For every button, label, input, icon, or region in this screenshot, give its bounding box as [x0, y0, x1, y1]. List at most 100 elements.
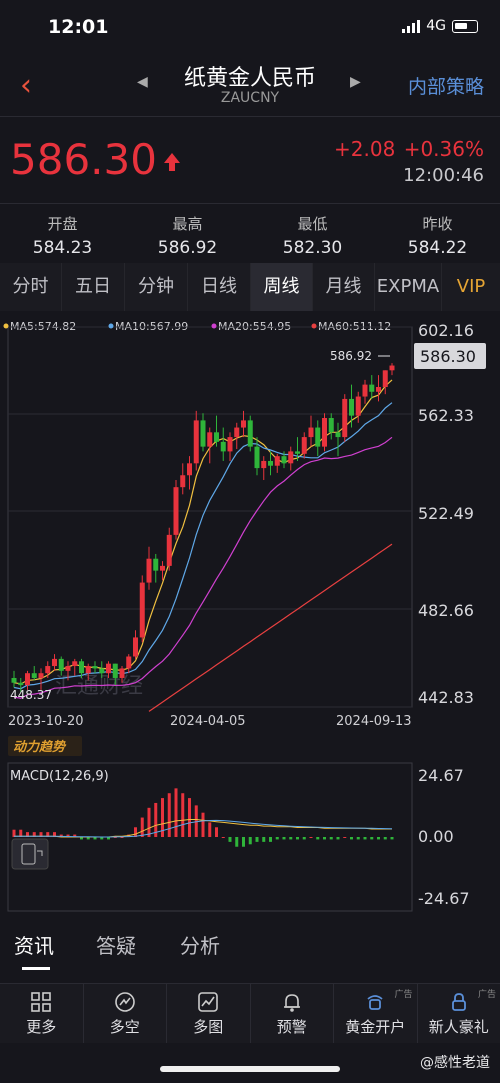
- macd-bar: [383, 837, 387, 840]
- legend-bullet: [108, 323, 114, 329]
- candle-body: [85, 666, 91, 674]
- signal-icon: [402, 19, 421, 33]
- price-grid: [8, 326, 412, 708]
- toolbar-newuser-gift-button[interactable]: 广告 新人豪礼: [418, 984, 500, 1043]
- tab-news[interactable]: 资讯: [14, 930, 54, 959]
- toolbar-more-button[interactable]: 更多: [0, 984, 84, 1043]
- macd-bar: [188, 798, 191, 837]
- macd-bar: [134, 827, 137, 837]
- candle-body: [301, 437, 307, 454]
- quote-panel: 586.30 +2.08 +0.36% 12:00:46: [0, 116, 500, 204]
- tab-weekly[interactable]: 周线: [251, 263, 313, 311]
- candle-body: [72, 661, 78, 667]
- kline-chart[interactable]: MA5:574.82 MA10:567.99 MA20:554.95 MA60:…: [0, 311, 500, 920]
- macd-bar: [363, 837, 367, 840]
- candle-body: [362, 384, 368, 397]
- candle-body: [18, 682, 24, 686]
- candle-body: [349, 398, 354, 416]
- candle-body: [45, 666, 51, 674]
- gauge-icon: [114, 991, 136, 1013]
- high-marker-label: 586.92: [330, 349, 372, 363]
- status-bar: 12:01 4G: [0, 0, 500, 50]
- tab-expma[interactable]: EXPMA: [375, 263, 442, 311]
- tab-analysis[interactable]: 分析: [180, 930, 220, 959]
- candle-body: [139, 582, 145, 638]
- macd-bar: [350, 837, 353, 840]
- kline-chart-area[interactable]: MA5:574.82 MA10:567.99 MA20:554.95 MA60:…: [0, 311, 500, 920]
- ohlc-prev-close: 昨收 584.22: [375, 205, 500, 263]
- candle-body: [133, 637, 138, 657]
- candle-body: [126, 656, 132, 669]
- candle-body: [193, 420, 199, 464]
- candle-body: [112, 663, 118, 678]
- candle-body: [146, 558, 152, 583]
- macd-bar: [316, 837, 320, 840]
- x-axis: 2023-10-20 2024-04-05 2024-09-13: [8, 714, 412, 729]
- candle-body: [160, 565, 165, 571]
- quote-time: 12:00:46: [403, 165, 484, 186]
- toolbar-open-account-button[interactable]: 广告 黄金开户: [334, 984, 418, 1043]
- macd-bar: [336, 837, 340, 840]
- macd-bar: [289, 837, 293, 840]
- y-tick-label: 602.16: [418, 321, 474, 340]
- ma20-line: [13, 436, 393, 699]
- strategy-link[interactable]: 内部策略: [408, 72, 484, 99]
- candle-body: [342, 398, 348, 438]
- lock-icon: [448, 991, 470, 1013]
- next-instrument-icon[interactable]: ▶: [350, 74, 361, 90]
- ohlc-label: 昨收: [422, 215, 453, 233]
- content-tabs: 资讯 答疑 分析: [0, 920, 500, 982]
- macd-bar: [255, 837, 259, 842]
- fullscreen-icon[interactable]: [11, 838, 49, 870]
- macd-bar: [167, 793, 171, 837]
- y-tick-label: 442.83: [418, 688, 474, 707]
- tab-monthly[interactable]: 月线: [313, 263, 375, 311]
- candle-body: [268, 460, 273, 466]
- macd-bar: [181, 793, 185, 837]
- tab-vip[interactable]: VIP: [442, 263, 500, 311]
- macd-bar: [309, 837, 313, 838]
- bottom-toolbar: 更多 多空 多图 预警 广告 黄金开户 广告 新人豪礼: [0, 983, 500, 1043]
- macd-bar: [390, 837, 394, 840]
- candle-body: [335, 432, 341, 438]
- tab-minute[interactable]: 分钟: [125, 263, 188, 311]
- candle-body: [247, 420, 253, 447]
- toolbar-label: 黄金开户: [345, 1018, 406, 1036]
- macd-bar: [262, 837, 266, 842]
- tab-daily[interactable]: 日线: [188, 263, 251, 311]
- tab-intraday[interactable]: 分时: [0, 263, 62, 311]
- ohlc-label: 最低: [297, 215, 328, 233]
- candle-body: [261, 460, 267, 469]
- candle-body: [288, 451, 294, 464]
- gold-icon: [364, 991, 386, 1013]
- candle-body: [308, 427, 314, 438]
- footer-watermark: @感性老道: [420, 1055, 490, 1071]
- toolbar-label: 多空: [109, 1018, 140, 1036]
- macd-bar: [302, 837, 306, 840]
- macd-bar: [208, 822, 212, 837]
- toolbar-label: 多图: [193, 1018, 224, 1036]
- macd-bar: [248, 837, 252, 845]
- toolbar-longshort-button[interactable]: 多空: [84, 984, 167, 1043]
- macd-tick-label: 0.00: [418, 827, 454, 846]
- toolbar-alert-button[interactable]: 预警: [251, 984, 334, 1043]
- candle-body: [31, 673, 37, 678]
- candle-body: [220, 441, 226, 452]
- candle-body: [207, 432, 213, 447]
- macd-tick-label: 24.67: [418, 766, 464, 785]
- candle-body: [369, 384, 375, 392]
- toolbar-multichart-button[interactable]: 多图: [167, 984, 251, 1043]
- candle-body: [376, 387, 381, 392]
- tab-five-day[interactable]: 五日: [62, 263, 125, 311]
- indicator-badge-label[interactable]: 动力趋势: [13, 739, 67, 755]
- x-tick-label: 2024-09-13: [336, 714, 412, 729]
- candle-body: [328, 418, 334, 433]
- candle-body: [281, 456, 287, 464]
- legend-bullet: [211, 323, 217, 329]
- macd-bar: [215, 827, 218, 837]
- candle-body: [106, 663, 111, 674]
- candle-body: [382, 370, 388, 388]
- candle-body: [79, 661, 84, 674]
- ohlc-label: 开盘: [47, 215, 78, 233]
- tab-qa[interactable]: 答疑: [96, 930, 136, 959]
